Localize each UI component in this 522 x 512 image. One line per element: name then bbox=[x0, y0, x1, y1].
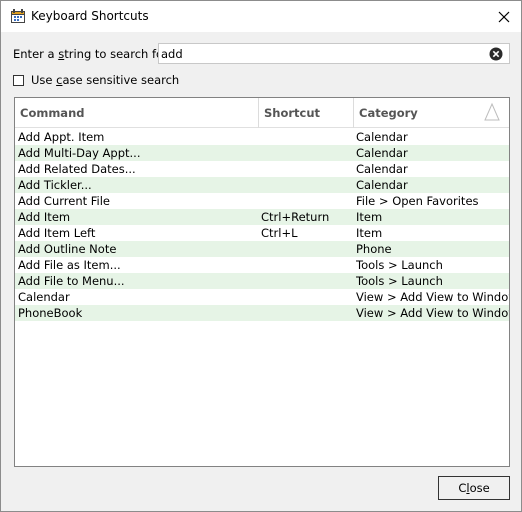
cell-category: Calendar bbox=[356, 178, 408, 192]
cell-shortcut bbox=[261, 289, 353, 305]
cell-command: PhoneBook bbox=[18, 306, 83, 320]
column-header-category[interactable]: Category bbox=[354, 98, 509, 128]
cell-shortcut bbox=[261, 145, 353, 161]
cell-shortcut bbox=[261, 161, 353, 177]
column-header-category-label: Category bbox=[359, 106, 418, 120]
cell-command: Calendar bbox=[18, 290, 70, 304]
cell-command: Add File as Item... bbox=[18, 258, 121, 272]
cell-category: View > Add View to Window bbox=[356, 306, 509, 320]
case-sensitive-checkbox[interactable] bbox=[13, 74, 24, 86]
table-row[interactable]: Add File as Item... Tools > Launch bbox=[15, 257, 509, 273]
table-body: Add Appt. Item Calendar Add Multi-Day Appt… bbox=[15, 129, 509, 321]
cell-command: Add Current File bbox=[18, 194, 111, 208]
shortcuts-table: Command Shortcut Category Add Appt. Item… bbox=[14, 97, 510, 467]
table-row[interactable]: Add Current File File > Open Favorites bbox=[15, 193, 509, 209]
cell-category: Item bbox=[356, 226, 383, 240]
cell-category: Calendar bbox=[356, 130, 408, 144]
cell-category: File > Open Favorites bbox=[356, 194, 479, 208]
table-row[interactable]: Add Multi-Day Appt... Calendar bbox=[15, 145, 509, 161]
close-button[interactable]: Cl ose bbox=[438, 476, 510, 500]
cell-shortcut bbox=[261, 129, 353, 145]
sort-ascending-icon bbox=[484, 102, 500, 121]
table-row[interactable]: PhoneBook View > Add View to Window bbox=[15, 305, 509, 321]
table-row[interactable]: Calendar View > Add View to Window bbox=[15, 289, 509, 305]
cell-category: Phone bbox=[356, 242, 392, 256]
table-row[interactable]: Add File to Menu... Tools > Launch bbox=[15, 273, 509, 289]
cell-shortcut bbox=[261, 273, 353, 289]
cell-command: Add Related Dates... bbox=[18, 162, 136, 176]
cell-command: Add File to Menu... bbox=[18, 274, 125, 288]
column-header-command[interactable]: Command bbox=[15, 98, 259, 128]
window-title: Keyboard Shortcuts bbox=[31, 9, 149, 23]
close-icon bbox=[498, 11, 510, 22]
app-icon bbox=[11, 9, 25, 23]
title-bar: Keyboard Shortcuts bbox=[1, 1, 521, 32]
cell-shortcut bbox=[261, 241, 353, 257]
table-row[interactable]: Add Appt. Item Calendar bbox=[15, 129, 509, 145]
table-row[interactable]: Add Item Ctrl+Return Item bbox=[15, 209, 509, 225]
cell-shortcut bbox=[261, 193, 353, 209]
search-field[interactable] bbox=[158, 43, 510, 64]
case-sensitive-label: Use case sensitive search bbox=[31, 73, 180, 87]
column-header-shortcut[interactable]: Shortcut bbox=[259, 98, 354, 128]
cell-shortcut bbox=[261, 305, 353, 321]
table-row[interactable]: Add Item Left Ctrl+L Item bbox=[15, 225, 509, 241]
table-row[interactable]: Add Tickler... Calendar bbox=[15, 177, 509, 193]
cell-category: Tools > Launch bbox=[356, 258, 443, 272]
search-input[interactable] bbox=[161, 45, 481, 62]
cell-shortcut: Ctrl+L bbox=[261, 226, 298, 240]
cell-command: Add Item bbox=[18, 210, 71, 224]
clear-search-icon[interactable] bbox=[489, 47, 503, 61]
cell-category: Item bbox=[356, 210, 383, 224]
table-row[interactable]: Add Outline Note Phone bbox=[15, 241, 509, 257]
cell-shortcut bbox=[261, 257, 353, 273]
keyboard-shortcuts-dialog: Keyboard Shortcuts Enter a string to sea… bbox=[0, 0, 522, 512]
search-label: Enter a string to search for: bbox=[13, 47, 172, 61]
cell-category: Calendar bbox=[356, 146, 408, 160]
window-close-button[interactable] bbox=[487, 1, 521, 32]
cell-command: Add Appt. Item bbox=[18, 130, 105, 144]
cell-command: Add Multi-Day Appt... bbox=[18, 146, 141, 160]
cell-shortcut bbox=[261, 177, 353, 193]
cell-shortcut: Ctrl+Return bbox=[261, 210, 330, 224]
cell-category: Calendar bbox=[356, 162, 408, 176]
table-header: Command Shortcut Category bbox=[15, 98, 509, 128]
cell-command: Add Item Left bbox=[18, 226, 96, 240]
case-sensitive-option[interactable]: Use case sensitive search bbox=[13, 73, 179, 87]
cell-category: View > Add View to Window bbox=[356, 290, 509, 304]
cell-command: Add Outline Note bbox=[18, 242, 117, 256]
table-row[interactable]: Add Related Dates... Calendar bbox=[15, 161, 509, 177]
cell-category: Tools > Launch bbox=[356, 274, 443, 288]
cell-command: Add Tickler... bbox=[18, 178, 92, 192]
